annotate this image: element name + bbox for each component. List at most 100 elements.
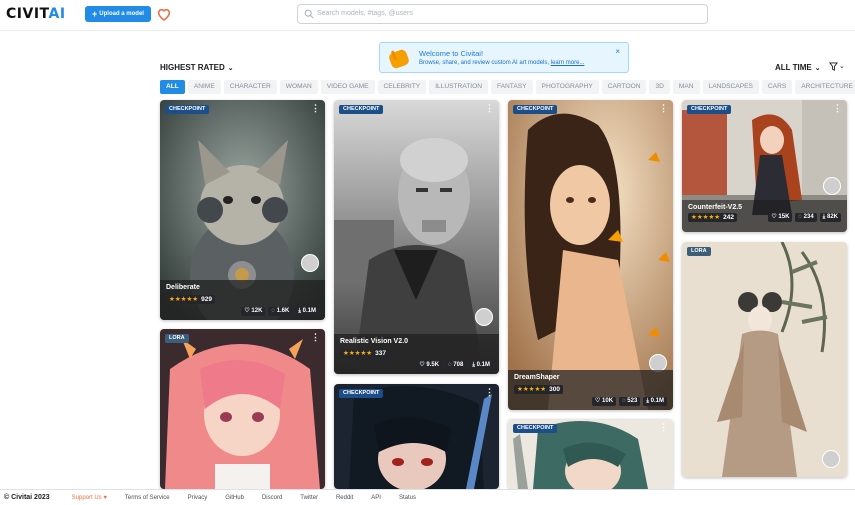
chevron-down-icon: ⌄ (227, 64, 234, 72)
tag-cartoon[interactable]: CARTOON (601, 80, 647, 94)
tag-character[interactable]: CHARACTER (223, 80, 277, 94)
model-title: Deliberate (166, 284, 200, 291)
welcome-banner: Welcome to Civitai! Browse, share, and r… (379, 42, 629, 73)
footer-link-github[interactable]: GitHub (225, 495, 244, 501)
heart-icon[interactable] (156, 6, 172, 22)
comments-count: ◌ 523 (619, 397, 641, 406)
copyright: © Civitai 2023 (4, 494, 50, 501)
model-card[interactable]: LORA ⋮ (160, 329, 325, 489)
model-preview-image (334, 384, 499, 489)
tag-all[interactable]: ALL (160, 80, 185, 94)
tag-landscapes[interactable]: LANDSCAPES (702, 80, 759, 94)
chevron-down-icon: ⌄ (814, 64, 821, 72)
search-input[interactable]: Search models, #tags, @users (297, 4, 708, 24)
tag-cars[interactable]: CARS (761, 80, 793, 94)
close-icon[interactable]: × (615, 47, 620, 56)
more-options-icon[interactable]: ⋮ (659, 104, 668, 113)
model-card[interactable]: CHECKPOINT ⋮ Deliberate ★★★★★ 929 ♡ 12K ◌… (160, 100, 325, 320)
filter-icon[interactable] (829, 62, 838, 71)
model-title: Realistic Vision V2.0 (340, 338, 408, 345)
footer-link-reddit[interactable]: Reddit (336, 495, 353, 501)
model-card[interactable]: CHECKPOINT ⋮ Realistic Vision V2.0 ★★★★★… (334, 100, 499, 374)
tag-architecture[interactable]: ARCHITECTURE (795, 80, 855, 94)
model-card[interactable]: LORA (682, 242, 847, 477)
tag-photography[interactable]: PHOTOGRAPHY (535, 80, 599, 94)
card-info: DreamShaper ★★★★★ 300 ♡ 10K ◌ 523 ⤓ 0.1M (508, 370, 673, 410)
avatar[interactable] (475, 308, 493, 326)
model-title: Counterfeit-V2.5 (688, 204, 743, 211)
period-dropdown[interactable]: ALL TIME ⌄ (775, 63, 821, 72)
more-options-icon[interactable]: ⋮ (485, 388, 494, 397)
comments-count: ◌ 234 (795, 213, 817, 222)
model-card[interactable]: CHECKPOINT ⋮ DreamShaper ★★★★★ 300 ♡ 10K … (508, 100, 673, 410)
footer-link-twitter[interactable]: Twitter (300, 495, 318, 501)
model-card[interactable]: CHECKPOINT ⋮ (508, 419, 673, 489)
footer-link-status[interactable]: Status (399, 495, 416, 501)
downloads-count: ⤓ 0.1M (643, 397, 667, 406)
model-type-badge: CHECKPOINT (513, 105, 558, 114)
tag-man[interactable]: MAN (672, 80, 700, 94)
tag-fantasy[interactable]: FANTASY (490, 80, 533, 94)
search-icon (304, 9, 314, 19)
support-us-link[interactable]: Support Us ♥ (72, 495, 107, 501)
footer-link-privacy[interactable]: Privacy (188, 495, 208, 501)
model-preview-image (160, 329, 325, 489)
model-type-badge: CHECKPOINT (165, 105, 210, 114)
model-card[interactable]: CHECKPOINT ⋮ Counterfeit-V2.5 ★★★★★ 242 ♡… (682, 100, 847, 232)
star-icon: ★★★★★ (343, 350, 373, 357)
more-options-icon[interactable]: ⋮ (311, 333, 320, 342)
model-type-badge: CHECKPOINT (339, 389, 384, 398)
tag-3d[interactable]: 3D (649, 80, 670, 94)
model-type-badge: LORA (165, 334, 189, 343)
tag-woman[interactable]: WOMAN (279, 80, 318, 94)
sort-dropdown[interactable]: HIGHEST RATED ⌄ (160, 63, 234, 72)
tag-celebrity[interactable]: CELEBRITY (377, 80, 427, 94)
more-options-icon[interactable]: ⋮ (485, 104, 494, 113)
waving-hand-icon (389, 49, 409, 69)
upload-model-button[interactable]: + Upload a model (85, 6, 151, 22)
likes-count: ♡ 12K (241, 307, 266, 316)
footer-link-api[interactable]: API (371, 495, 381, 501)
star-icon: ★★★★★ (169, 296, 199, 303)
downloads-count: ⤓ 82K (819, 213, 841, 222)
tag-video-game[interactable]: VIDEO GAME (320, 80, 375, 94)
search-placeholder: Search models, #tags, @users (317, 10, 413, 17)
more-options-icon[interactable]: ⋮ (311, 104, 320, 113)
card-info: Realistic Vision V2.0 ★★★★★ 337 ♡ 9.5K ◌ … (334, 334, 499, 374)
model-type-badge: LORA (687, 247, 711, 256)
likes-count: ♡ 9.5K (416, 361, 443, 370)
comments-count: ◌ 708 (445, 361, 467, 370)
likes-count: ♡ 10K (592, 397, 617, 406)
plus-icon: + (92, 8, 98, 19)
tag-illustration[interactable]: ILLUSTRATION (429, 80, 488, 94)
model-type-badge: CHECKPOINT (339, 105, 384, 114)
more-options-icon[interactable]: ⋮ (833, 104, 842, 113)
welcome-subtitle: Browse, share, and review custom AI art … (419, 60, 585, 66)
comments-count: ◌ 1.6K (268, 307, 293, 316)
chevron-down-icon[interactable]: ⌄ (839, 62, 845, 70)
star-icon: ★★★★★ (691, 214, 721, 221)
learn-more-link[interactable]: learn more... (551, 60, 585, 66)
avatar[interactable] (301, 254, 319, 272)
top-navbar: CIVITAI + Upload a model Search models, #… (0, 0, 855, 31)
model-type-badge: CHECKPOINT (687, 105, 732, 114)
star-icon: ★★★★★ (517, 386, 547, 393)
footer-link-terms[interactable]: Terms of Service (125, 495, 170, 501)
more-options-icon[interactable]: ⋮ (659, 423, 668, 432)
civitai-logo[interactable]: CIVITAI (6, 6, 66, 22)
rating: ★★★★★ 242 (688, 213, 737, 222)
model-type-badge: CHECKPOINT (513, 424, 558, 433)
downloads-count: ⤓ 0.1M (295, 307, 319, 316)
likes-count: ♡ 15K (768, 213, 793, 222)
model-card[interactable]: CHECKPOINT ⋮ (334, 384, 499, 489)
card-info: Counterfeit-V2.5 ★★★★★ 242 ♡ 15K ◌ 234 ⤓ … (682, 200, 847, 232)
tag-anime[interactable]: ANIME (187, 80, 221, 94)
tag-filter-bar: ALL ANIME CHARACTER WOMAN VIDEO GAME CELEBRIT… (160, 80, 855, 94)
footer-link-discord[interactable]: Discord (262, 495, 282, 501)
rating: ★★★★★ 300 (514, 385, 563, 394)
avatar[interactable] (823, 177, 841, 195)
model-title: DreamShaper (514, 374, 560, 381)
welcome-title: Welcome to Civitai! (419, 49, 484, 58)
card-info: Deliberate ★★★★★ 929 ♡ 12K ◌ 1.6K ⤓ 0.1M (160, 280, 325, 320)
avatar[interactable] (822, 450, 840, 468)
